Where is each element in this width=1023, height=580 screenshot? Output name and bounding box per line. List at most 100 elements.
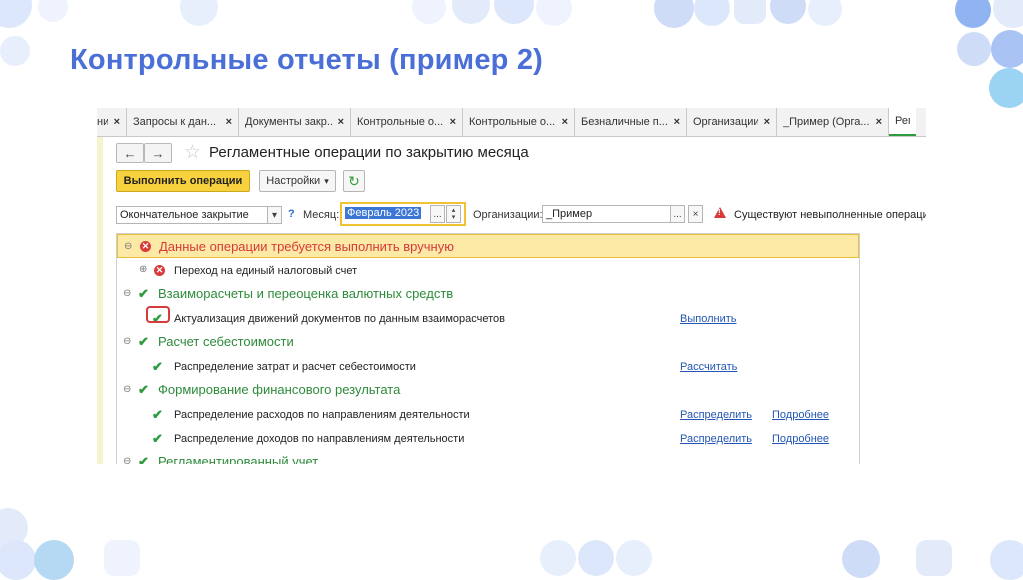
collapse-icon[interactable]: ⊖ [123,456,131,464]
tab-label: _Пример (Орга... [783,116,870,128]
tab-item[interactable]: Безналичные п... × [575,108,687,136]
close-icon[interactable]: × [562,116,568,128]
decor-circle [654,0,694,28]
close-icon[interactable]: × [450,116,456,128]
collapse-icon[interactable]: ⊖ [123,288,131,299]
run-operations-button[interactable]: Выполнить операции [116,170,250,192]
close-icon[interactable]: × [114,116,120,128]
tab-active[interactable]: Регла [889,108,916,136]
group-label: Взаиморасчеты и переоценка валютных сред… [158,286,454,301]
details-link[interactable]: Подробнее [772,433,829,445]
decor-circle [694,0,730,26]
distribute-link[interactable]: Распределить [680,433,752,445]
error-icon: ✕ [140,241,151,252]
group-label: Данные операции требуется выполнить вруч… [159,239,454,254]
tree-item-row[interactable]: ✔ Актуализация движений документов по да… [117,306,859,330]
back-button[interactable]: ← [116,143,144,163]
tab-item[interactable]: Документы закр... × [239,108,351,136]
month-spinner[interactable]: ▴ ▾ [446,205,461,223]
item-label: Переход на единый налоговый счет [174,265,358,277]
tab-item[interactable]: Организации × [687,108,777,136]
group-label: Расчет себестоимости [158,334,294,349]
tab-label: Контрольные о... [469,116,556,128]
settings-label: Настройки [266,175,321,187]
expand-icon[interactable]: ⊕ [139,264,147,275]
tree-item-row[interactable]: ✔ Распределение доходов по направлениям … [117,426,859,450]
item-label: Распределение расходов по направлениям д… [174,409,470,421]
tab-item[interactable]: _Пример (Орга... × [777,108,889,136]
tree-group-row[interactable]: ⊖ ✔ Формирование финансового результата [117,378,859,402]
tab-item[interactable]: Запросы к дан... × [127,108,239,136]
closing-type-select[interactable]: Окончательное закрытие [116,206,268,224]
close-icon[interactable]: × [674,116,680,128]
item-label: Распределение доходов по направлениям де… [174,433,465,445]
decor-circle [536,0,572,26]
month-label: Месяц: [303,209,340,221]
refresh-button[interactable]: ↻ [343,170,365,192]
refresh-icon: ↻ [348,172,360,189]
calculate-link[interactable]: Рассчитать [680,361,737,373]
tree-item-row[interactable]: ✔ Распределение затрат и расчет себестои… [117,354,859,378]
details-link[interactable]: Подробнее [772,409,829,421]
tree-item-row[interactable]: ⊕ ✕ Переход на единый налоговый счет [117,258,859,282]
month-input[interactable]: Февраль 2023 [342,205,430,223]
distribute-link[interactable]: Распределить [680,409,752,421]
spin-down-icon[interactable]: ▾ [452,214,456,221]
org-input[interactable]: _Пример [542,205,671,223]
check-icon: ✔ [138,334,149,349]
spin-up-icon[interactable]: ▴ [452,207,456,214]
tab-bar: ния × Запросы к дан... × Документы закр.… [97,108,926,137]
tab-item[interactable]: ния × [97,108,127,136]
slide-title: Контрольные отчеты (пример 2) [70,44,544,76]
arrow-left-icon: ← [123,145,137,161]
chevron-down-icon: ▾ [324,175,329,186]
close-icon[interactable]: × [338,116,344,128]
decor-circle [990,540,1023,580]
tab-label: Безналичные п... [581,116,668,128]
decor-circle [955,0,991,28]
tab-label: Контрольные о... [357,116,444,128]
tab-label: Регла [895,115,910,127]
month-value: Февраль 2023 [345,207,422,219]
decor-circle [770,0,806,24]
collapse-icon[interactable]: ⊖ [123,336,131,347]
decor-circle [180,0,218,26]
month-choose-button[interactable]: ... [430,205,445,223]
execute-link[interactable]: Выполнить [680,313,736,325]
tab-item[interactable]: Контрольные о... × [463,108,575,136]
chevron-down-icon: ▾ [271,209,278,221]
check-icon: ✔ [152,407,163,422]
decor-square [104,540,140,576]
tree-group-row[interactable]: ⊖ ✔ Расчет себестоимости [117,330,859,354]
collapse-icon[interactable]: ⊖ [124,241,132,252]
forward-button[interactable]: → [144,143,172,163]
close-icon[interactable]: × [226,116,232,128]
highlight-frame [146,306,170,323]
arrow-right-icon: → [151,145,165,161]
settings-button[interactable]: Настройки ▾ [259,170,336,192]
org-clear-button[interactable]: × [688,205,703,223]
tree-item-row[interactable]: ✔ Распределение расходов по направлениям… [117,402,859,426]
check-icon: ✔ [152,359,163,374]
tree-group-row[interactable]: ⊖ ✔ Взаиморасчеты и переоценка валютных … [117,282,859,306]
collapse-icon[interactable]: ⊖ [123,384,131,395]
error-icon: ✕ [154,265,165,276]
check-icon: ✔ [138,286,149,301]
decor-circle [412,0,446,24]
help-icon[interactable]: ? [288,208,295,220]
close-icon: × [692,208,699,220]
star-icon[interactable]: ☆ [184,141,201,164]
closing-type-dropdown[interactable]: ▾ [267,206,282,224]
close-icon[interactable]: × [764,116,770,128]
tab-item[interactable]: Контрольные о... × [351,108,463,136]
decor-square [734,0,766,24]
group-label: Формирование финансового результата [158,382,401,397]
org-choose-button[interactable]: ... [670,205,685,223]
window-title: Регламентные операции по закрытию месяца [209,144,529,161]
check-icon: ✔ [152,431,163,446]
decor-circle [38,0,68,22]
close-icon[interactable]: × [876,116,882,128]
tree-group-row[interactable]: ⊖ ✔ Регламентированный учет [117,450,859,464]
group-label: Регламентированный учет [158,454,319,464]
tree-group-row[interactable]: ⊖ ✕ Данные операции требуется выполнить … [117,234,859,258]
